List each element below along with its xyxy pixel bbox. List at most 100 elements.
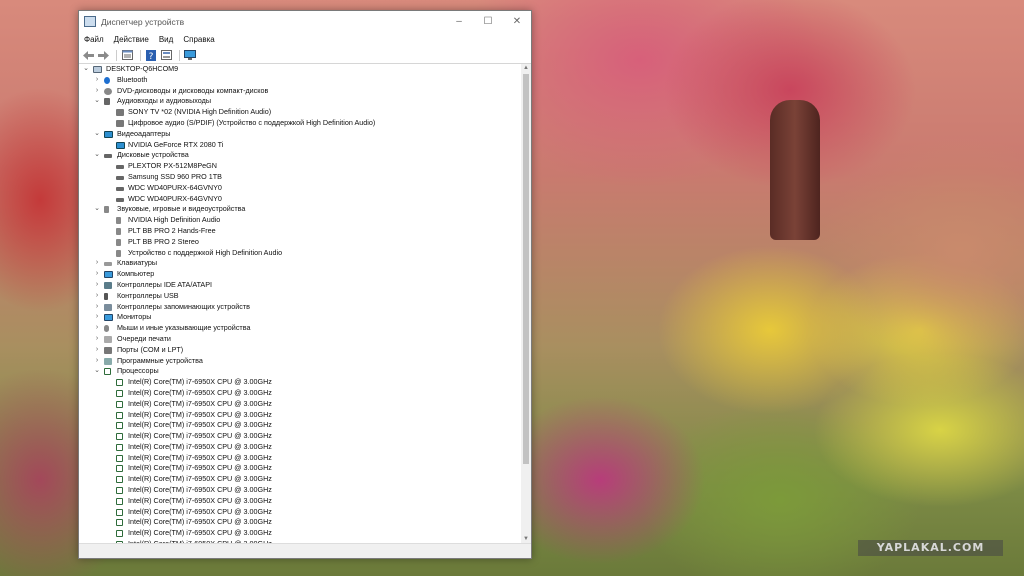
tree-node-label: Аудиовходы и аудиовыходы xyxy=(117,96,211,106)
tree-node[interactable]: Intel(R) Core(TM) i7-6950X CPU @ 3.00GHz xyxy=(79,496,521,507)
tree-node[interactable]: › DVD-дисководы и дисководы компакт-диско… xyxy=(79,86,521,97)
tree-node[interactable]: PLEXTOR PX-512M8PeGN xyxy=(79,161,521,172)
collapsed-chevron-icon[interactable]: › xyxy=(93,334,101,345)
tree-node[interactable]: › Bluetooth xyxy=(79,75,521,86)
snd-icon xyxy=(104,206,109,214)
tree-node[interactable]: Intel(R) Core(TM) i7-6950X CPU @ 3.00GHz xyxy=(79,388,521,399)
tree-node[interactable]: NVIDIA High Definition Audio xyxy=(79,215,521,226)
tree-node-label: Intel(R) Core(TM) i7-6950X CPU @ 3.00GHz xyxy=(128,452,272,462)
tree-node-label: Клавиатуры xyxy=(117,258,158,268)
tree-node-label: SONY TV *02 (NVIDIA High Definition Audi… xyxy=(128,107,272,117)
tree-node[interactable]: Samsung SSD 960 PRO 1TB xyxy=(79,172,521,183)
expanded-chevron-icon[interactable]: ⌄ xyxy=(93,129,101,140)
tree-node[interactable]: Intel(R) Core(TM) i7-6950X CPU @ 3.00GHz xyxy=(79,442,521,453)
tree-node[interactable]: Intel(R) Core(TM) i7-6950X CPU @ 3.00GHz xyxy=(79,399,521,410)
back-button[interactable] xyxy=(82,50,94,61)
tree-node-label: Intel(R) Core(TM) i7-6950X CPU @ 3.00GHz xyxy=(128,398,272,408)
tree-node[interactable]: Intel(R) Core(TM) i7-6950X CPU @ 3.00GHz xyxy=(79,410,521,421)
tree-node[interactable]: WDC WD40PURX-64GVNY0 xyxy=(79,194,521,205)
tree-node[interactable]: Устройство с поддержкой High Definition … xyxy=(79,248,521,259)
tree-node[interactable]: Intel(R) Core(TM) i7-6950X CPU @ 3.00GHz xyxy=(79,420,521,431)
tree-node[interactable]: Intel(R) Core(TM) i7-6950X CPU @ 3.00GHz xyxy=(79,453,521,464)
tree-node-label: Мыши и иные указывающие устройства xyxy=(117,323,251,333)
view-button[interactable] xyxy=(160,50,172,61)
collapsed-chevron-icon[interactable]: › xyxy=(93,323,101,334)
tree-node[interactable]: Intel(R) Core(TM) i7-6950X CPU @ 3.00GHz xyxy=(79,517,521,528)
tree-node[interactable]: ⌄ Звуковые, игровые и видеоустройства xyxy=(79,204,521,215)
tree-node[interactable]: › Порты (COM и LPT) xyxy=(79,345,521,356)
collapsed-chevron-icon[interactable]: › xyxy=(93,345,101,356)
collapsed-chevron-icon[interactable]: › xyxy=(93,258,101,269)
arrow-right-icon xyxy=(97,50,109,60)
tree-node[interactable]: ⌄ Видеоадаптеры xyxy=(79,129,521,140)
vertical-scrollbar[interactable]: ▲ ▼ xyxy=(521,64,531,544)
tree-node[interactable]: › Мыши и иные указывающие устройства xyxy=(79,323,521,334)
properties-button[interactable] xyxy=(121,50,133,61)
tree-node[interactable]: Intel(R) Core(TM) i7-6950X CPU @ 3.00GHz xyxy=(79,463,521,474)
cpu-icon xyxy=(116,454,123,462)
tree-node[interactable]: ⌄ Процессоры xyxy=(79,366,521,377)
tree-node[interactable]: › Мониторы xyxy=(79,312,521,323)
help-button[interactable]: ? xyxy=(145,49,157,61)
tree-node[interactable]: ⌄ Дисковые устройства xyxy=(79,150,521,161)
tree-node[interactable]: Intel(R) Core(TM) i7-6950X CPU @ 3.00GHz xyxy=(79,431,521,442)
close-button[interactable]: ✕ xyxy=(503,11,531,32)
collapsed-chevron-icon[interactable]: › xyxy=(93,312,101,323)
expanded-chevron-icon[interactable]: ⌄ xyxy=(93,150,101,161)
scan-hardware-button[interactable] xyxy=(184,50,196,61)
tree-node[interactable]: NVIDIA GeForce RTX 2080 Ti xyxy=(79,140,521,151)
tree-node[interactable]: › Контроллеры USB xyxy=(79,291,521,302)
menu-help[interactable]: Справка xyxy=(178,35,219,44)
tree-node[interactable]: Intel(R) Core(TM) i7-6950X CPU @ 3.00GHz xyxy=(79,507,521,518)
minimize-button[interactable]: – xyxy=(445,11,473,32)
tree-node[interactable]: ⌄ Аудиовходы и аудиовыходы xyxy=(79,96,521,107)
menu-view[interactable]: Вид xyxy=(154,35,178,44)
tree-node[interactable]: PLT BB PRO 2 Stereo xyxy=(79,237,521,248)
expanded-chevron-icon[interactable]: ⌄ xyxy=(93,366,101,377)
device-tree-pane: ⌄ DESKTOP-Q6HCOM9 › Bluetooth › DVD-дисководы… xyxy=(79,64,531,544)
device-manager-window: Диспетчер устройств – ☐ ✕ Файл Действие … xyxy=(78,10,532,559)
tree-node[interactable]: › Компьютер xyxy=(79,269,521,280)
tree-node[interactable]: › Контроллеры запоминающих устройств xyxy=(79,302,521,313)
collapsed-chevron-icon[interactable]: › xyxy=(93,280,101,291)
scrollbar-thumb[interactable] xyxy=(523,74,529,464)
collapsed-chevron-icon[interactable]: › xyxy=(93,356,101,367)
menu-file[interactable]: Файл xyxy=(79,35,109,44)
menu-action[interactable]: Действие xyxy=(109,35,154,44)
device-manager-icon xyxy=(84,16,96,27)
tree-node[interactable]: Цифровое аудио (S/PDIF) (Устройство с по… xyxy=(79,118,521,129)
tree-node-label: WDC WD40PURX-64GVNY0 xyxy=(128,182,222,192)
expanded-chevron-icon[interactable]: ⌄ xyxy=(93,96,101,107)
tree-node[interactable]: Intel(R) Core(TM) i7-6950X CPU @ 3.00GHz xyxy=(79,377,521,388)
expanded-chevron-icon[interactable]: ⌄ xyxy=(82,64,90,75)
toolbar-separator xyxy=(179,49,180,61)
mon-icon xyxy=(104,314,113,322)
tree-node[interactable]: › Программные устройства xyxy=(79,356,521,367)
scroll-up-arrow[interactable]: ▲ xyxy=(521,64,531,73)
toolbar-separator xyxy=(140,49,141,61)
tree-node[interactable]: › Контроллеры IDE ATA/ATAPI xyxy=(79,280,521,291)
collapsed-chevron-icon[interactable]: › xyxy=(93,75,101,86)
tree-node[interactable]: › Очереди печати xyxy=(79,334,521,345)
tree-node[interactable]: WDC WD40PURX-64GVNY0 xyxy=(79,183,521,194)
tree-node[interactable]: Intel(R) Core(TM) i7-6950X CPU @ 3.00GHz xyxy=(79,528,521,539)
snd-icon xyxy=(116,227,121,235)
tree-node[interactable]: PLT BB PRO 2 Hands-Free xyxy=(79,226,521,237)
maximize-button[interactable]: ☐ xyxy=(474,11,502,32)
collapsed-chevron-icon[interactable]: › xyxy=(93,291,101,302)
tree-node[interactable]: ⌄ DESKTOP-Q6HCOM9 xyxy=(79,64,521,75)
expanded-chevron-icon[interactable]: ⌄ xyxy=(93,204,101,215)
tree-node[interactable]: Intel(R) Core(TM) i7-6950X CPU @ 3.00GHz xyxy=(79,485,521,496)
forward-button[interactable] xyxy=(97,50,109,61)
collapsed-chevron-icon[interactable]: › xyxy=(93,86,101,97)
help-icon: ? xyxy=(146,49,156,61)
tree-node[interactable]: › Клавиатуры xyxy=(79,258,521,269)
dvd-icon xyxy=(104,87,112,95)
tree-node[interactable]: Intel(R) Core(TM) i7-6950X CPU @ 3.00GHz xyxy=(79,474,521,485)
tree-node[interactable]: SONY TV *02 (NVIDIA High Definition Audi… xyxy=(79,107,521,118)
menu-bar: Файл Действие Вид Справка xyxy=(79,32,531,47)
collapsed-chevron-icon[interactable]: › xyxy=(93,302,101,313)
background-tree-trunk xyxy=(770,100,820,240)
collapsed-chevron-icon[interactable]: › xyxy=(93,269,101,280)
title-bar[interactable]: Диспетчер устройств – ☐ ✕ xyxy=(79,11,531,32)
